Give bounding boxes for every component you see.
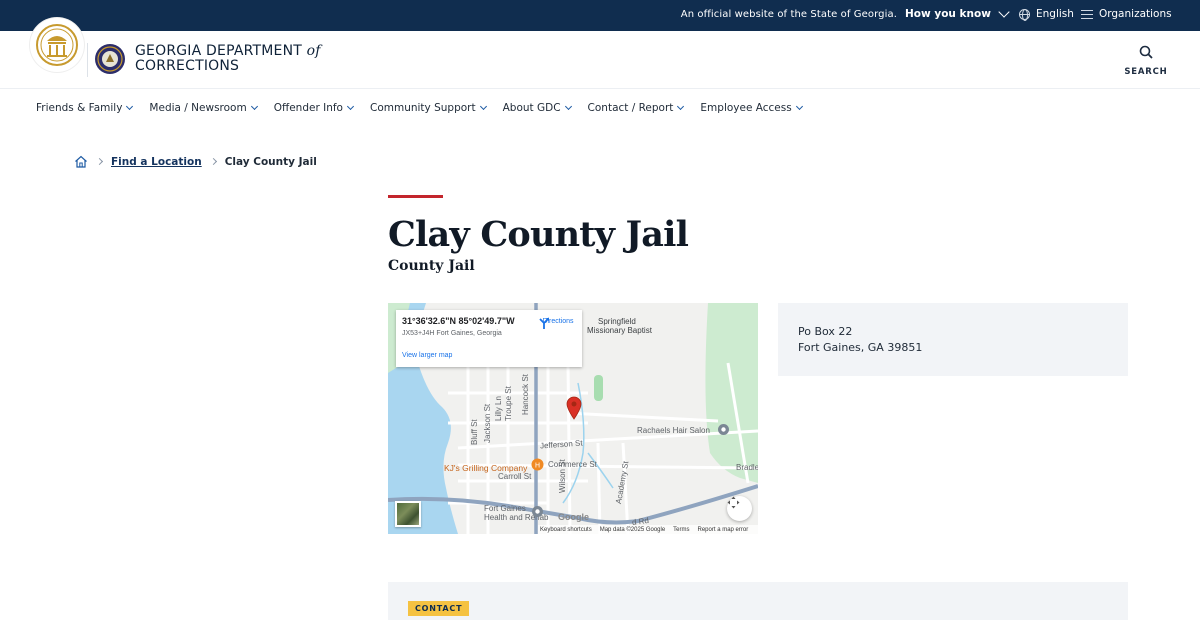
nav-label: About GDC bbox=[502, 102, 561, 114]
map-label-fort-gaines: Fort Gaines bbox=[484, 504, 526, 513]
nav-item-friends-family[interactable]: Friends & Family bbox=[36, 102, 134, 114]
search-label: SEARCH bbox=[1124, 67, 1168, 77]
map-label-bluff: Bluff St bbox=[470, 419, 479, 445]
chevron-down-icon bbox=[250, 102, 258, 111]
nav-item-offender-info[interactable]: Offender Info bbox=[273, 102, 355, 114]
official-website-text: An official website of the State of Geor… bbox=[680, 9, 897, 20]
georgia-state-seal[interactable] bbox=[30, 18, 84, 72]
map-footer: Keyboard shortcuts Map data ©2025 Google… bbox=[538, 525, 758, 534]
satellite-toggle[interactable] bbox=[395, 501, 421, 527]
map-info-card: 31°36'32.6"N 85°02'49.7"W JX53+J4H Fort … bbox=[396, 310, 582, 367]
map-label-bradley: Bradley bbox=[736, 463, 758, 472]
globe-icon bbox=[1019, 8, 1030, 21]
chevron-down-icon bbox=[479, 102, 487, 111]
brand-divider bbox=[87, 43, 88, 77]
terms-link[interactable]: Terms bbox=[673, 527, 689, 533]
view-larger-map-link[interactable]: View larger map bbox=[402, 352, 452, 359]
map-label-lilly: Lilly Ln bbox=[494, 396, 503, 421]
svg-text:H: H bbox=[535, 461, 540, 469]
map-label-springfield: Springfield bbox=[598, 317, 636, 326]
chevron-down-icon bbox=[564, 102, 572, 111]
how-you-know-label: How you know bbox=[905, 8, 991, 20]
map-label-jackson: Jackson St bbox=[483, 403, 492, 443]
nav-item-about-gdc[interactable]: About GDC bbox=[502, 102, 572, 114]
breadcrumb: Find a Location Clay County Jail bbox=[74, 155, 317, 168]
nav-item-community-support[interactable]: Community Support bbox=[369, 102, 487, 114]
brand-line-2: CORRECTIONS bbox=[135, 58, 240, 74]
organizations-label: Organizations bbox=[1099, 8, 1172, 20]
fullscreen-button[interactable] bbox=[727, 496, 752, 521]
address-line-1: Po Box 22 bbox=[798, 325, 853, 338]
map-plus-code: JX53+J4H Fort Gaines, Georgia bbox=[402, 330, 502, 337]
how-you-know-button[interactable]: How you know bbox=[905, 5, 1010, 20]
contact-section: CONTACT bbox=[388, 582, 1128, 620]
chevron-down-icon bbox=[126, 102, 134, 111]
map-label-wilson: Wilson St bbox=[558, 459, 567, 493]
report-map-error-link[interactable]: Report a map error bbox=[698, 527, 749, 533]
directions-button[interactable]: Directions bbox=[538, 317, 578, 329]
restaurant-poi-icon[interactable]: H bbox=[531, 458, 544, 471]
search-button[interactable]: SEARCH bbox=[1124, 45, 1168, 77]
nav-label: Contact / Report bbox=[587, 102, 674, 114]
address-line-2: Fort Gaines, GA 39851 bbox=[798, 341, 923, 354]
nav-item-employee-access[interactable]: Employee Access bbox=[700, 102, 803, 114]
language-selector[interactable]: English bbox=[1019, 8, 1074, 21]
fullscreen-icon bbox=[727, 496, 740, 509]
home-icon[interactable] bbox=[74, 155, 88, 168]
nav-label: Community Support bbox=[369, 102, 476, 114]
page-subtitle: County Jail bbox=[388, 258, 475, 274]
map-label-missionary-baptist: Missionary Baptist bbox=[587, 326, 652, 335]
google-logo: Google bbox=[558, 512, 589, 522]
nav-label: Friends & Family bbox=[36, 102, 123, 114]
location-map[interactable]: 31°36'32.6"N 85°02'49.7"W JX53+J4H Fort … bbox=[388, 303, 758, 534]
site-header: GEORGIA DEPARTMENT of CORRECTIONS SEARCH bbox=[0, 18, 1200, 89]
map-label-rachaels: Rachaels Hair Salon bbox=[637, 426, 710, 435]
salon-poi-icon[interactable] bbox=[717, 423, 730, 436]
gdc-badge-icon bbox=[95, 44, 125, 74]
page-title: Clay County Jail bbox=[388, 214, 689, 255]
map-label-troupe: Troupe St bbox=[504, 386, 513, 421]
address-card: Po Box 22 Fort Gaines, GA 39851 bbox=[778, 303, 1128, 376]
language-label: English bbox=[1036, 8, 1074, 20]
map-label-carroll: Carroll St bbox=[498, 472, 532, 481]
brand-line-1: GEORGIA DEPARTMENT bbox=[135, 43, 303, 59]
chevron-right-icon bbox=[95, 157, 104, 166]
nav-label: Employee Access bbox=[700, 102, 792, 114]
nav-item-contact-report[interactable]: Contact / Report bbox=[587, 102, 685, 114]
map-data-attribution: Map data ©2025 Google bbox=[599, 526, 666, 533]
list-icon bbox=[1081, 9, 1093, 19]
map-label-commerce: Commerce St bbox=[548, 460, 597, 469]
primary-nav: Friends & Family Media / Newsroom Offend… bbox=[36, 102, 819, 114]
chevron-down-icon bbox=[998, 5, 1010, 18]
nav-label: Offender Info bbox=[273, 102, 343, 114]
gdc-seal[interactable] bbox=[94, 43, 126, 75]
breadcrumb-find-location[interactable]: Find a Location bbox=[111, 156, 202, 168]
map-label-hancock: Hancock St bbox=[521, 374, 530, 415]
contact-badge: CONTACT bbox=[408, 601, 470, 616]
utility-bar: An official website of the State of Geor… bbox=[0, 0, 1200, 31]
organizations-button[interactable]: Organizations bbox=[1081, 8, 1172, 20]
title-accent-bar bbox=[388, 195, 443, 198]
map-coordinates: 31°36'32.6"N 85°02'49.7"W bbox=[402, 316, 515, 326]
chevron-right-icon bbox=[209, 157, 217, 166]
health-poi-icon[interactable] bbox=[531, 505, 544, 518]
directions-icon bbox=[539, 318, 549, 329]
agency-name[interactable]: GEORGIA DEPARTMENT of CORRECTIONS bbox=[135, 44, 321, 74]
brand-of: of bbox=[306, 43, 321, 59]
keyboard-shortcuts-link[interactable]: Keyboard shortcuts bbox=[540, 527, 592, 533]
map-pin-icon[interactable] bbox=[566, 396, 582, 420]
breadcrumb-current: Clay County Jail bbox=[224, 155, 317, 168]
georgia-seal-icon bbox=[36, 24, 78, 66]
nav-item-media-newsroom[interactable]: Media / Newsroom bbox=[149, 102, 258, 114]
chevron-down-icon bbox=[795, 102, 803, 111]
chevron-down-icon bbox=[677, 102, 685, 111]
chevron-down-icon bbox=[346, 102, 355, 111]
search-icon bbox=[1139, 45, 1153, 59]
nav-label: Media / Newsroom bbox=[149, 102, 247, 114]
